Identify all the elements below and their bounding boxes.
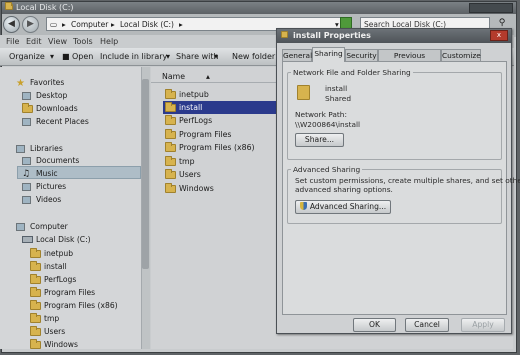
- downloads-icon: [22, 103, 33, 113]
- nav-scrollbar-thumb[interactable]: [142, 79, 149, 269]
- chevron-right-icon: ▸: [179, 20, 183, 29]
- back-button[interactable]: ◀: [3, 16, 20, 33]
- folder-icon: [5, 2, 13, 10]
- chevron-down-icon: ▾: [50, 52, 55, 61]
- folder-icon: [165, 183, 176, 193]
- properties-dialog: install Properties x General Sharing Sec…: [276, 28, 520, 334]
- file-row-install[interactable]: install: [165, 101, 277, 114]
- folder-icon: [165, 169, 176, 179]
- advanced-group-title: Advanced Sharing: [291, 165, 363, 174]
- share-status: Shared: [325, 94, 352, 103]
- folder-icon: [30, 274, 41, 284]
- advanced-sharing-button[interactable]: Advanced Sharing...: [295, 200, 391, 214]
- column-name-label: Name: [162, 72, 186, 81]
- folder-icon: [30, 326, 41, 336]
- dialog-title-bar: install Properties x: [277, 29, 511, 43]
- share-with-button[interactable]: Share with: [176, 52, 219, 61]
- arrow-left-icon: ◀: [8, 19, 15, 29]
- dialog-title: install Properties: [293, 31, 371, 40]
- chevron-down-icon: ▾: [166, 52, 171, 61]
- menu-help[interactable]: Help: [100, 37, 118, 46]
- chevron-right-icon: ▸: [62, 20, 66, 29]
- close-button[interactable]: x: [490, 30, 508, 41]
- network-path-label: Network Path:: [295, 110, 347, 119]
- file-row-users[interactable]: Users: [165, 168, 277, 181]
- documents-icon: [22, 157, 31, 165]
- window-controls[interactable]: [469, 3, 513, 13]
- drive-icon: ▭: [50, 20, 58, 29]
- tab-general[interactable]: General: [282, 49, 312, 61]
- folder-icon: [30, 261, 41, 271]
- file-row-program-files-x86[interactable]: Program Files (x86): [165, 141, 277, 154]
- network-path-value: \\W200864\install: [295, 120, 361, 129]
- folder-icon: [30, 339, 41, 349]
- chevron-down-icon: ▾: [214, 52, 219, 61]
- folder-icon: [165, 115, 176, 125]
- music-icon: ♫: [22, 169, 31, 179]
- include-in-library-button[interactable]: Include in library: [100, 52, 167, 61]
- libraries-icon: [16, 145, 25, 153]
- file-row-inetpub[interactable]: inetpub: [165, 88, 277, 101]
- tab-security[interactable]: Security: [345, 49, 378, 61]
- menu-view[interactable]: View: [48, 37, 67, 46]
- apply-button[interactable]: Apply: [461, 318, 505, 332]
- advanced-description-line-1: Set custom permissions, create multiple …: [295, 176, 520, 185]
- recent-places-icon: [22, 118, 31, 126]
- explorer-title: Local Disk (C:): [16, 3, 74, 12]
- file-row-tmp[interactable]: tmp: [165, 155, 277, 168]
- drive-icon: [22, 236, 33, 243]
- star-icon: ★: [16, 78, 25, 89]
- folder-icon: [30, 248, 41, 258]
- sharing-tab-panel: Network File and Folder Sharing install …: [282, 61, 520, 315]
- shared-folder-icon: [297, 85, 310, 100]
- organize-button[interactable]: Organize: [9, 52, 45, 61]
- file-row-windows[interactable]: Windows: [165, 182, 277, 195]
- chevron-right-icon: ▸: [111, 20, 115, 29]
- computer-icon: [16, 223, 25, 231]
- ok-button[interactable]: OK: [353, 318, 396, 332]
- cancel-button[interactable]: Cancel: [405, 318, 449, 332]
- explorer-title-bar: Local Disk (C:): [2, 2, 516, 14]
- tab-previous-versions[interactable]: Previous Versions: [378, 49, 441, 71]
- open-button[interactable]: Open: [72, 52, 93, 61]
- file-row-program-files[interactable]: Program Files: [165, 128, 277, 141]
- folder-icon: [165, 89, 176, 99]
- folder-icon: [165, 129, 176, 139]
- folder-name: install: [325, 84, 348, 93]
- videos-icon: [22, 196, 31, 204]
- folder-icon: [30, 287, 41, 297]
- tab-customize[interactable]: Customize: [441, 49, 481, 61]
- column-header-name[interactable]: Name ▴: [151, 70, 276, 83]
- folder-icon: [165, 102, 176, 112]
- file-row-perflogs[interactable]: PerfLogs: [165, 114, 277, 127]
- folder-icon: [30, 300, 41, 310]
- folder-icon: [165, 142, 176, 152]
- arrow-right-icon: ▶: [27, 19, 34, 29]
- menu-file[interactable]: File: [6, 37, 19, 46]
- advanced-sharing-label: Advanced Sharing...: [309, 202, 387, 211]
- folder-icon: [30, 313, 41, 323]
- pictures-icon: [22, 183, 31, 191]
- network-group-title: Network File and Folder Sharing: [291, 68, 413, 77]
- tab-sharing[interactable]: Sharing: [312, 47, 345, 62]
- breadcrumb-local-disk[interactable]: Local Disk (C:): [120, 20, 174, 29]
- menu-edit[interactable]: Edit: [26, 37, 42, 46]
- desktop-icon: [22, 92, 31, 100]
- folder-icon: [281, 31, 288, 38]
- open-icon: ■: [62, 52, 70, 61]
- forward-button[interactable]: ▶: [22, 16, 39, 33]
- folder-icon: [165, 156, 176, 166]
- menu-tools[interactable]: Tools: [73, 37, 93, 46]
- breadcrumb-computer[interactable]: Computer: [71, 20, 108, 29]
- advanced-description-line-2: advanced sharing options.: [295, 185, 393, 194]
- new-folder-button[interactable]: New folder: [232, 52, 275, 61]
- sort-arrow-icon: ▴: [206, 72, 210, 81]
- share-button[interactable]: Share...: [295, 133, 344, 147]
- shield-icon: [299, 202, 307, 210]
